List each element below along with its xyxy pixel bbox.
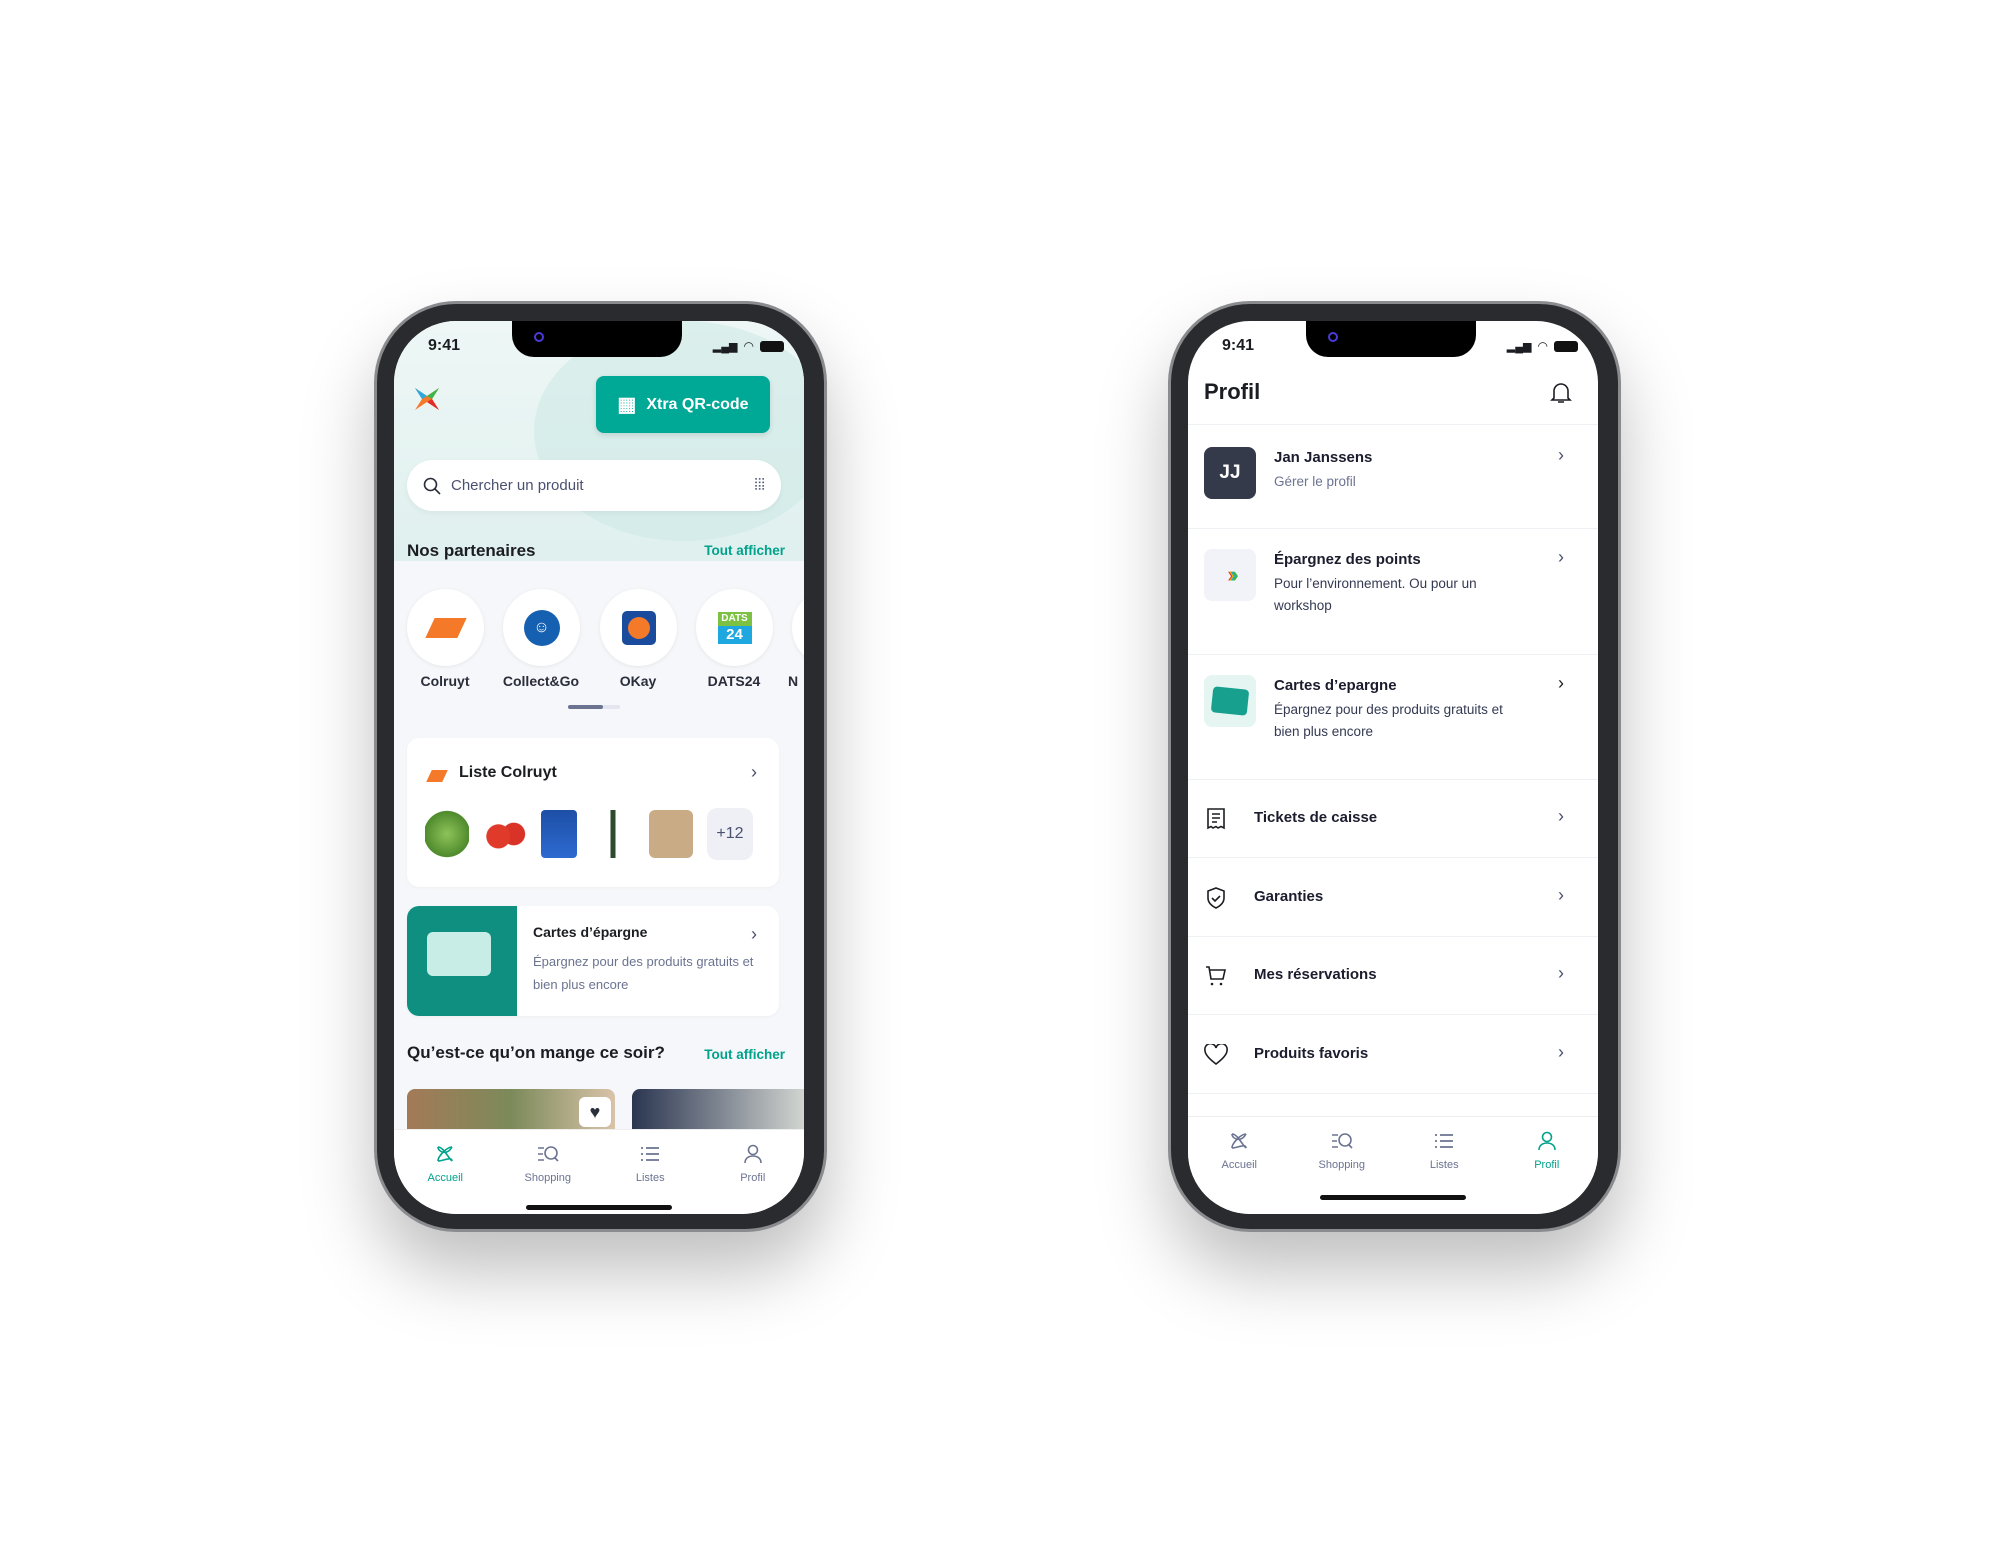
profile-screen: 9:41 ▂▄▆ ◠ Profil JJ Jan Janssens Gérer l…	[1188, 321, 1598, 1214]
row-subtitle: Épargnez pour des produits gratuits et b…	[1274, 702, 1503, 739]
tab-listes[interactable]: Listes	[610, 1130, 690, 1214]
profile-row-receipts[interactable]: Tickets de caisse ›	[1188, 780, 1598, 858]
partner-next[interactable]	[792, 589, 804, 666]
cart-icon	[1206, 966, 1226, 986]
tab-profil[interactable]: Profil	[1507, 1117, 1587, 1214]
chevron-right-icon: ›	[1558, 806, 1564, 826]
row-title: Mes réservations	[1254, 966, 1377, 983]
profile-row-favorites[interactable]: Produits favoris ›	[1188, 1015, 1598, 1094]
home-flower-icon	[1231, 1133, 1248, 1149]
profile-row-warranties[interactable]: Garanties ›	[1188, 858, 1598, 937]
row-title: Cartes d’epargne	[1274, 677, 1397, 694]
colruyt-logo-icon	[426, 770, 448, 782]
home-indicator	[526, 1205, 672, 1210]
carousel-indicator	[568, 705, 620, 709]
bottom-tab-bar: Accueil Shopping Listes Profil	[394, 1129, 804, 1214]
profile-row-points[interactable]: › › › › Épargnez des points Pour l’environn…	[1188, 529, 1598, 655]
shopping-search-icon	[537, 1146, 559, 1162]
recipes-see-all-link[interactable]: Tout afficher	[704, 1047, 785, 1062]
favorite-heart-icon[interactable]: ♥	[579, 1097, 611, 1127]
partner-colruyt[interactable]	[407, 589, 484, 666]
tab-profil[interactable]: Profil	[713, 1130, 793, 1214]
phone-home: 9:41 ▂▄▆ ◠ ▦ Xtra QR-code Chercher un prod…	[374, 301, 827, 1232]
partner-label: OKay	[619, 673, 657, 689]
chevron-right-icon: ›	[1558, 963, 1564, 983]
savings-card-title: Cartes d’épargne	[533, 924, 648, 940]
list-card-colruyt[interactable]: Liste Colruyt › +12	[407, 738, 779, 887]
savings-card-subtitle: Épargnez pour des produits gratuits et b…	[533, 954, 754, 992]
savings-card-icon	[1204, 675, 1256, 727]
tab-accueil[interactable]: Accueil	[1199, 1117, 1279, 1214]
tab-accueil[interactable]: Accueil	[405, 1130, 485, 1214]
partner-label: DATS24	[707, 673, 761, 689]
list-icon	[1435, 1134, 1454, 1148]
row-title: Garanties	[1254, 888, 1324, 905]
product-thumbnails: +12	[425, 808, 753, 860]
chevron-right-icon: ›	[1558, 445, 1564, 465]
row-title: Produits favoris	[1254, 1045, 1369, 1062]
recipes-title: Qu’est-ce qu’on mange ce soir?	[407, 1043, 665, 1062]
user-name: Jan Janssens	[1274, 449, 1373, 466]
profile-user-row[interactable]: JJ Jan Janssens Gérer le profil ›	[1188, 425, 1598, 529]
wine-bottle-image	[591, 810, 635, 858]
search-icon	[423, 477, 441, 495]
notch	[1306, 321, 1476, 357]
partner-dats24[interactable]: DATS 24	[696, 589, 773, 666]
profile-row-reservations[interactable]: Mes réservations ›	[1188, 937, 1598, 1015]
user-icon	[1537, 1131, 1556, 1151]
home-indicator	[1320, 1195, 1466, 1200]
partner-label: Colruyt	[420, 673, 470, 689]
shield-check-icon	[1207, 887, 1225, 909]
heart-icon	[1204, 1044, 1228, 1066]
home-flower-icon	[437, 1146, 454, 1162]
status-time: 9:41	[428, 337, 461, 354]
status-icons: ▂▄▆ ◠	[713, 339, 784, 353]
chevron-right-icon: ›	[1558, 885, 1564, 905]
notch	[512, 321, 682, 357]
partner-collect-go[interactable]: ☺	[503, 589, 580, 666]
row-title: Tickets de caisse	[1254, 809, 1378, 826]
list-icon	[641, 1147, 660, 1161]
tab-shopping[interactable]: Shopping	[508, 1130, 588, 1214]
partner-okay[interactable]	[600, 589, 677, 666]
collect-go-logo-icon: ☺	[523, 609, 560, 646]
partner-label: Collect&Go	[502, 673, 580, 689]
tomatoes-image	[483, 810, 527, 858]
chevron-right-icon: ›	[1558, 1042, 1564, 1062]
list-title: Liste Colruyt	[459, 764, 557, 781]
search-input[interactable]: Chercher un produit ⦙⦙⦙	[407, 460, 781, 511]
shopping-search-icon	[1331, 1133, 1353, 1149]
row-subtitle: Pour l’environnement. Ou pour un worksho…	[1274, 576, 1477, 613]
chevron-right-icon: ›	[751, 924, 757, 944]
partner-label: N	[788, 673, 799, 689]
okay-logo-icon	[621, 610, 656, 645]
row-title: Épargnez des points	[1274, 551, 1421, 568]
profile-row-savings-cards[interactable]: Cartes d’epargne Épargnez pour des produ…	[1188, 655, 1598, 780]
savings-card-illustration	[407, 906, 517, 1016]
partners-title: Nos partenaires	[407, 541, 536, 560]
avatar: JJ	[1204, 447, 1256, 499]
savings-cards-banner[interactable]: Cartes d’épargne › Épargnez pour des pro…	[407, 906, 779, 1016]
more-products-badge: +12	[707, 808, 753, 860]
colruyt-logo-icon	[424, 617, 467, 638]
receipt-icon	[1207, 808, 1225, 830]
qr-code-icon: ▦	[617, 394, 637, 416]
xtra-logo-icon	[415, 388, 439, 410]
phone-profile: 9:41 ▂▄▆ ◠ Profil JJ Jan Janssens Gérer l…	[1168, 301, 1621, 1232]
chips-image	[541, 810, 577, 858]
barcode-scan-icon[interactable]: ⦙⦙⦙	[754, 477, 765, 495]
chevron-right-icon: ›	[1558, 673, 1564, 693]
points-arrows-icon: › › › ›	[1204, 549, 1256, 601]
pasta-pack-image	[649, 810, 693, 858]
xtra-qr-code-button[interactable]: ▦ Xtra QR-code	[596, 376, 770, 433]
lettuce-image	[425, 810, 469, 858]
chevron-right-icon: ›	[1558, 547, 1564, 567]
manage-profile-link: Gérer le profil	[1274, 474, 1356, 489]
dats24-logo-icon: DATS 24	[717, 611, 752, 644]
home-screen: 9:41 ▂▄▆ ◠ ▦ Xtra QR-code Chercher un prod…	[394, 321, 804, 1214]
chevron-right-icon: ›	[751, 762, 757, 782]
user-icon	[743, 1144, 762, 1164]
partners-see-all-link[interactable]: Tout afficher	[704, 543, 785, 558]
